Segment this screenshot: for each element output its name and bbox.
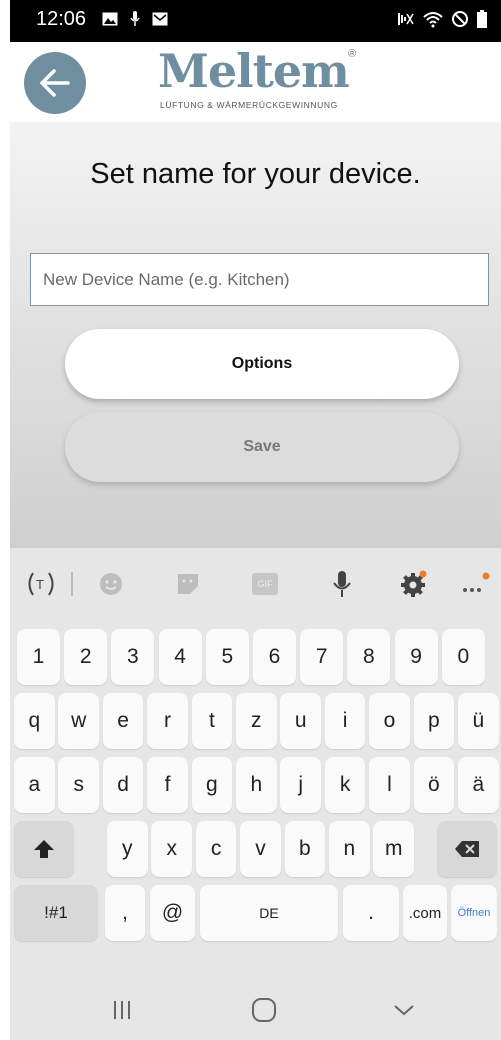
period-key[interactable]: .	[343, 885, 399, 941]
backspace-icon	[455, 841, 479, 857]
back-button[interactable]	[24, 52, 86, 114]
status-bar: 12:06	[10, 0, 501, 42]
key-r[interactable]: r	[147, 693, 188, 749]
translate-icon[interactable]: T	[24, 570, 58, 598]
status-system-icons	[397, 10, 487, 28]
shift-key[interactable]	[14, 821, 74, 877]
status-time: 12:06	[36, 8, 87, 30]
meltem-logo: Meltem ® LÜFTUNG & WÄRMERÜCKGEWINNUNG	[158, 44, 368, 118]
key-g[interactable]: g	[191, 757, 233, 813]
key-2[interactable]: 2	[64, 629, 108, 685]
gif-label: GIF	[252, 573, 278, 595]
key-m[interactable]: m	[373, 821, 414, 877]
key-e[interactable]: e	[102, 693, 144, 749]
app-header: Meltem ® LÜFTUNG & WÄRMERÜCKGEWINNUNG	[10, 42, 501, 122]
microphone-icon[interactable]	[328, 570, 356, 598]
battery-icon	[477, 10, 487, 28]
symbols-key[interactable]: !#1	[14, 885, 98, 941]
key-k[interactable]: k	[324, 757, 366, 813]
key-c[interactable]: c	[195, 821, 237, 877]
key-j[interactable]: j	[280, 757, 321, 813]
key-v[interactable]: v	[240, 821, 281, 877]
device-name-input[interactable]	[30, 253, 489, 306]
settings-icon[interactable]	[398, 570, 428, 598]
mail-icon	[152, 12, 168, 26]
emoji-icon[interactable]	[96, 570, 126, 598]
comma-key[interactable]: ,	[105, 885, 145, 941]
sticker-icon[interactable]	[173, 570, 203, 598]
navigation-bar	[10, 980, 501, 1040]
key-n[interactable]: n	[329, 821, 370, 877]
wifi-icon	[423, 12, 443, 28]
key-t[interactable]: t	[191, 693, 233, 749]
toolbar-divider	[71, 572, 73, 596]
key-x[interactable]: x	[151, 821, 192, 877]
key-d[interactable]: d	[102, 757, 144, 813]
main-content: Set name for your device. Options Save	[10, 122, 501, 548]
key-b[interactable]: b	[284, 821, 326, 877]
registered-mark: ®	[348, 48, 357, 60]
key-i[interactable]: i	[324, 693, 366, 749]
save-button[interactable]: Save	[65, 412, 459, 482]
back-nav-icon[interactable]	[388, 994, 420, 1026]
more-icon[interactable]	[458, 570, 492, 598]
key-7[interactable]: 7	[300, 629, 344, 685]
mute-icon	[398, 13, 414, 25]
key-0[interactable]: 0	[441, 629, 485, 685]
key-ä[interactable]: ä	[458, 757, 499, 813]
backspace-key[interactable]	[437, 821, 497, 877]
options-button[interactable]: Options	[65, 329, 459, 399]
at-key[interactable]: @	[150, 885, 195, 941]
key-6[interactable]: 6	[253, 629, 296, 685]
page-title: Set name for your device.	[90, 158, 421, 190]
space-key[interactable]: DE	[200, 885, 338, 941]
enter-key[interactable]: Öffnen	[451, 885, 497, 941]
phone-screen: 12:06 Meltem ® LÜFTUNG & WÄRMERÜCKGEWINN…	[10, 0, 501, 1040]
key-ü[interactable]: ü	[458, 693, 499, 749]
key-1[interactable]: 1	[17, 629, 60, 685]
key-y[interactable]: y	[107, 821, 148, 877]
keyboard-toolbar: T GIF	[10, 548, 501, 620]
key-o[interactable]: o	[369, 693, 410, 749]
key-p[interactable]: p	[413, 693, 455, 749]
key-w[interactable]: w	[58, 693, 99, 749]
home-icon[interactable]	[248, 994, 280, 1026]
gif-icon[interactable]: GIF	[250, 570, 280, 598]
logo-tagline: LÜFTUNG & WÄRMERÜCKGEWINNUNG	[160, 100, 338, 110]
key-8[interactable]: 8	[347, 629, 391, 685]
recent-apps-icon[interactable]	[106, 994, 138, 1026]
key-ö[interactable]: ö	[413, 757, 455, 813]
logo-wordmark: Meltem	[158, 44, 350, 98]
key-3[interactable]: 3	[111, 629, 155, 685]
shift-icon	[34, 840, 54, 858]
key-a[interactable]: a	[14, 757, 55, 813]
on-screen-keyboard: T GIF 1 2 3 4 5 6 7 8 9 0 q w e r t z u …	[10, 548, 501, 980]
gallery-icon	[102, 12, 118, 26]
svg-text:T: T	[36, 577, 44, 592]
key-h[interactable]: h	[236, 757, 277, 813]
key-9[interactable]: 9	[394, 629, 438, 685]
key-5[interactable]: 5	[205, 629, 249, 685]
arrow-left-icon	[40, 69, 70, 97]
dotcom-key[interactable]: .com	[403, 885, 447, 941]
key-z[interactable]: z	[236, 693, 277, 749]
key-f[interactable]: f	[147, 757, 188, 813]
key-4[interactable]: 4	[158, 629, 202, 685]
key-u[interactable]: u	[280, 693, 321, 749]
mic-status-icon	[130, 11, 140, 26]
key-q[interactable]: q	[14, 693, 55, 749]
key-l[interactable]: l	[369, 757, 410, 813]
key-s[interactable]: s	[58, 757, 99, 813]
do-not-disturb-icon	[452, 11, 468, 27]
status-notification-icons	[102, 11, 168, 27]
